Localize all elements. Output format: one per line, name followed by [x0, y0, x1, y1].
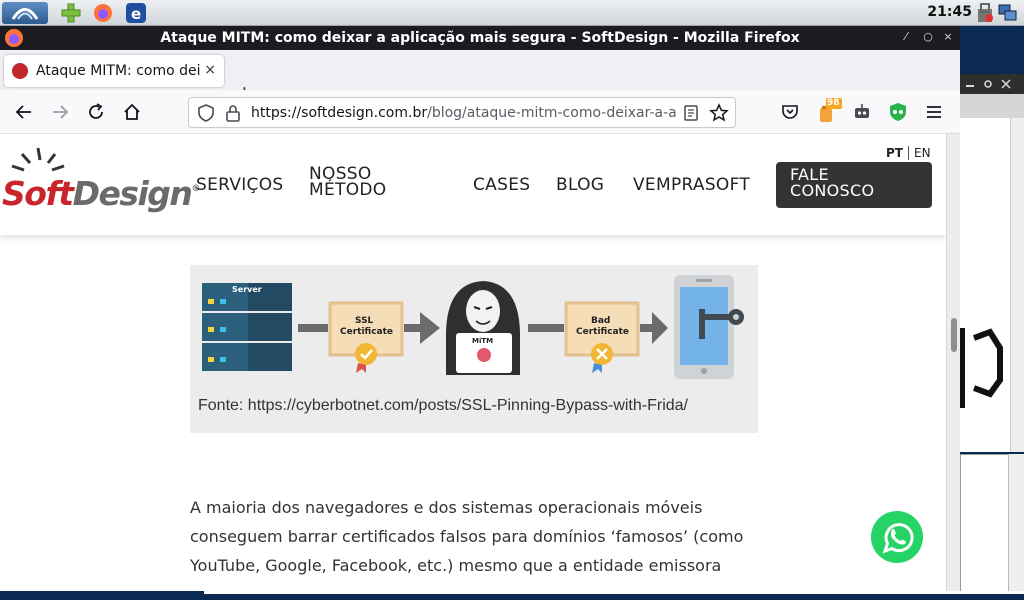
ssl-label-1: SSL [355, 316, 374, 326]
background-window-toolbar [960, 94, 1024, 118]
lang-divider [907, 146, 909, 160]
arrow-shaft-1 [298, 324, 328, 332]
window-controls-icon [966, 79, 1011, 89]
arrow-shaft-2 [404, 324, 420, 332]
nav-metodo-line: MÉTODO [309, 180, 387, 200]
background-window-controls [960, 74, 1024, 94]
url-path: /blog/ataque-mitm-como-deixar-a-aplicaca… [427, 105, 677, 121]
plus-icon [61, 3, 81, 23]
nav-servicos[interactable]: SERVIÇOS [196, 175, 284, 195]
ssl-certificate-icon [328, 301, 404, 373]
arrow-head-4 [652, 312, 668, 344]
home-icon[interactable] [122, 102, 142, 122]
privacy-extension-icon[interactable] [888, 102, 908, 122]
fale-conosco-button[interactable]: FALE CONOSCO [776, 162, 932, 208]
robot-extension-icon[interactable] [852, 102, 872, 122]
server-icon [202, 283, 292, 371]
editor-e-icon: e [126, 3, 146, 23]
reload-icon[interactable] [86, 102, 106, 122]
back-arrow-icon[interactable] [14, 102, 34, 122]
arrow-head-1 [420, 312, 440, 344]
bad-certificate-icon [564, 301, 640, 373]
phone-ssl-pin-icon [674, 275, 744, 379]
article-paragraph: A maioria dos navegadores e dos sistemas… [190, 493, 760, 580]
site-header: SoftDesign® SERVIÇOS NOSSO MÉTODO CASES … [0, 134, 946, 235]
add-launcher-button[interactable] [60, 2, 82, 24]
forward-arrow-icon[interactable] [50, 102, 70, 122]
lang-en[interactable]: EN [914, 146, 931, 160]
softdesign-favicon-icon [12, 63, 28, 79]
mitm-figure: Server SSL Certificate MiTM Bad Certific… [190, 265, 758, 433]
window-titlebar: Ataque MITM: como deixar a aplicação mai… [0, 26, 960, 50]
update-tray-icon[interactable] [976, 3, 994, 23]
page-scrollbar-thumb[interactable] [951, 318, 957, 352]
pocket-icon[interactable] [780, 102, 800, 122]
server-label: Server [232, 285, 262, 294]
nav-cases[interactable]: CASES [473, 175, 530, 195]
bottom-window-strip [204, 591, 1024, 594]
navigation-toolbar: https://softdesign.com.br/blog/ataque-mi… [0, 90, 960, 134]
tab-label: Ataque MITM: como deixar a aplicação mai… [36, 63, 201, 79]
desktop-taskbar: e 21:45 [0, 0, 1024, 26]
language-switcher: PT EN [886, 146, 931, 160]
article-line: conseguem barrar certificados falsos par… [190, 527, 744, 546]
whatsapp-icon[interactable] [870, 510, 924, 564]
background-window [960, 26, 1024, 600]
ssl-label-2: Certificate [340, 327, 393, 337]
logo-design-text: Design [72, 174, 193, 213]
mitm-diagram: Server SSL Certificate MiTM Bad Certific… [202, 275, 744, 379]
close-window-button[interactable]: × [940, 30, 956, 43]
lock-icon[interactable] [225, 104, 241, 122]
url-domain: https://softdesign.com.br [251, 105, 428, 121]
url-text[interactable]: https://softdesign.com.br/blog/ataque-mi… [251, 105, 677, 121]
firefox-icon [94, 4, 112, 22]
logo-wordmark: SoftDesign® [2, 174, 200, 213]
taskbar-clock: 21:45 [927, 4, 972, 20]
start-menu-button[interactable] [2, 2, 48, 24]
bad-label-2: Certificate [576, 327, 629, 337]
background-window-lower-scrollbar[interactable] [1008, 454, 1024, 594]
web-page: SoftDesign® SERVIÇOS NOSSO MÉTODO CASES … [0, 134, 960, 591]
address-bar[interactable]: https://softdesign.com.br/blog/ataque-mi… [188, 97, 736, 128]
nav-vemprasoft[interactable]: VEMPRASOFT [633, 175, 750, 195]
lang-pt[interactable]: PT [886, 146, 903, 160]
softdesign-logo[interactable]: SoftDesign® [0, 146, 200, 213]
firefox-window: Ataque MITM: como deixar a aplicação mai… [0, 26, 960, 591]
bookmark-star-icon[interactable] [709, 103, 729, 123]
maximize-button[interactable]: ○ [920, 30, 936, 43]
figure-caption: Fonte: https://cyberbotnet.com/posts/SSL… [198, 397, 688, 414]
mitm-label: MiTM [472, 337, 493, 345]
tracking-shield-icon[interactable] [197, 104, 215, 122]
page-scrollbar[interactable] [946, 134, 960, 591]
nav-nosso-metodo[interactable]: NOSSO MÉTODO [309, 166, 387, 200]
addon-badge: 98 [827, 98, 840, 108]
bad-label-1: Bad [591, 316, 610, 326]
cta-line-2: CONOSCO [790, 181, 875, 200]
close-tab-icon[interactable]: × [204, 62, 216, 78]
reader-view-icon[interactable] [683, 104, 699, 122]
editor-launcher[interactable]: e [124, 2, 148, 24]
logo-soft-text: Soft [2, 174, 74, 213]
start-logo-icon [11, 8, 39, 20]
background-window-scrollbar[interactable] [1010, 118, 1024, 452]
arrow-shaft-4 [640, 324, 654, 332]
tab-active[interactable]: Ataque MITM: como deixar a aplicação mai… [4, 55, 224, 87]
article-line: YouTube, Google, Facebook, etc.) mesmo q… [190, 556, 722, 575]
hamburger-menu-icon[interactable] [924, 102, 944, 122]
addon-extension-button[interactable]: 98 [816, 98, 842, 126]
firefox-launcher[interactable] [92, 2, 114, 24]
window-title: Ataque MITM: como deixar a aplicação mai… [160, 30, 800, 46]
arrow-shaft-3 [528, 324, 564, 332]
nav-blog[interactable]: BLOG [556, 175, 604, 195]
minimize-button[interactable]: ⁄ [898, 30, 914, 43]
hacker-icon [446, 281, 520, 375]
tab-bar: Ataque MITM: como deixar a aplicação mai… [0, 50, 960, 103]
network-tray-icon[interactable] [998, 3, 1018, 23]
svg-text:e: e [131, 5, 141, 23]
article-line: A maioria dos navegadores e dos sistemas… [190, 498, 703, 517]
desktop-bottom-edge [0, 591, 1024, 600]
